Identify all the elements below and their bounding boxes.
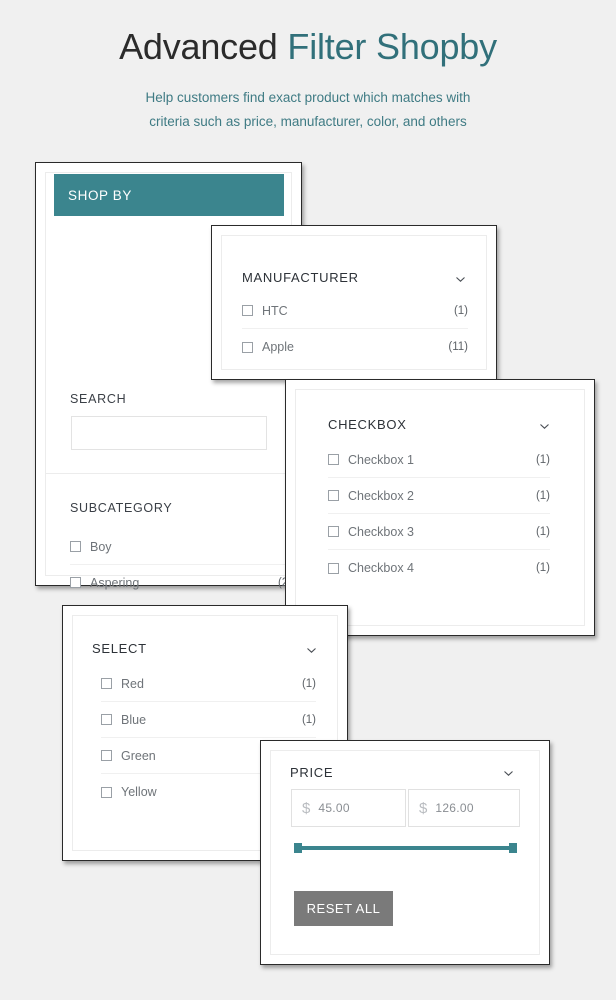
checkbox-icon[interactable] — [328, 490, 339, 501]
subcategory-item-label: Boy — [90, 539, 112, 554]
chevron-down-icon[interactable] — [503, 768, 514, 779]
select-panel-title: SELECT — [92, 641, 147, 656]
checkbox-item-count: (1) — [535, 489, 550, 502]
subcategory-label: SUBCATEGORY — [70, 501, 173, 515]
page-subtitle: Help customers find exact product which … — [0, 86, 616, 134]
page-title-accent: Filter Shopby — [287, 26, 497, 67]
select-item-row[interactable]: Red (1) — [101, 666, 316, 702]
reset-all-button[interactable]: RESET ALL — [294, 891, 393, 926]
manufacturer-list: HTC (1) Apple (11) — [242, 293, 468, 365]
select-item-label: Blue — [121, 712, 147, 727]
select-item-count: (1) — [301, 713, 316, 726]
page-title: Advanced Filter Shopby — [0, 26, 616, 68]
chevron-down-icon[interactable] — [455, 274, 466, 285]
checkbox-icon[interactable] — [101, 678, 112, 689]
checkbox-item-row[interactable]: Checkbox 2 (1) — [328, 478, 550, 514]
price-panel-title: PRICE — [290, 765, 334, 780]
checkbox-item-label: Checkbox 4 — [348, 561, 415, 575]
checkbox-item-label: Checkbox 3 — [348, 524, 415, 539]
checkbox-item-count: (1) — [535, 525, 550, 538]
subtitle-line-1: Help customers find exact product which … — [145, 90, 471, 105]
select-item-label: Red — [121, 676, 144, 691]
checkbox-panel-title: CHECKBOX — [328, 417, 407, 432]
subcategory-item-label: Aspering — [90, 575, 140, 590]
shop-by-title: SHOP BY — [68, 187, 132, 203]
search-input[interactable] — [71, 416, 267, 450]
shop-by-header: SHOP BY — [54, 174, 284, 216]
manufacturer-item-label: HTC — [262, 303, 288, 318]
price-max-field[interactable]: $ 126.00 — [408, 789, 520, 827]
chevron-down-icon[interactable] — [539, 421, 550, 432]
page-title-plain: Advanced — [119, 26, 288, 67]
checkbox-icon[interactable] — [328, 562, 339, 574]
select-item-count: (1) — [301, 677, 316, 690]
subcategory-item-row[interactable]: Boy — [70, 529, 292, 565]
price-min-value: 45.00 — [318, 801, 350, 815]
checkbox-icon[interactable] — [328, 454, 339, 465]
price-max-value: 126.00 — [435, 801, 474, 815]
price-min-field[interactable]: $ 45.00 — [291, 789, 406, 827]
checkbox-item-row[interactable]: Checkbox 3 (1) — [328, 514, 550, 550]
manufacturer-title: MANUFACTURER — [242, 270, 359, 285]
select-item-label: Green — [121, 748, 156, 763]
manufacturer-item-row[interactable]: HTC (1) — [242, 293, 468, 329]
checkbox-item-row[interactable]: Checkbox 1 (1) — [328, 442, 550, 478]
checkbox-icon[interactable] — [101, 714, 112, 725]
manufacturer-item-row[interactable]: Apple (11) — [242, 329, 468, 365]
checkbox-item-label: Checkbox 2 — [348, 488, 415, 503]
checkbox-icon[interactable] — [328, 526, 339, 537]
manufacturer-card: MANUFACTURER HTC (1) Apple (11) — [211, 225, 497, 380]
checkbox-icon[interactable] — [101, 750, 112, 761]
select-item-row[interactable]: Blue (1) — [101, 702, 316, 738]
price-slider-min-handle[interactable] — [294, 843, 302, 853]
checkbox-icon[interactable] — [70, 541, 81, 552]
shop-by-divider — [46, 473, 292, 474]
search-label: SEARCH — [70, 392, 127, 406]
checkbox-item-label: Checkbox 1 — [348, 452, 415, 467]
checkbox-icon[interactable] — [242, 341, 253, 353]
checkbox-icon[interactable] — [242, 305, 253, 316]
checkbox-item-count: (1) — [535, 453, 550, 466]
manufacturer-item-count: (11) — [448, 341, 468, 353]
checkbox-icon[interactable] — [101, 786, 112, 798]
manufacturer-item-label: Apple — [262, 340, 294, 354]
checkbox-list: Checkbox 1 (1) Checkbox 2 (1) Checkbox 3 (1) C… — [328, 442, 550, 586]
checkbox-item-row[interactable]: Checkbox 4 (1) — [328, 550, 550, 586]
manufacturer-item-count: (1) — [453, 304, 468, 317]
currency-icon: $ — [419, 799, 428, 817]
price-slider-max-handle[interactable] — [509, 843, 517, 853]
checkbox-card: CHECKBOX Checkbox 1 (1) Checkbox 2 (1) Check… — [285, 379, 595, 636]
checkbox-icon[interactable] — [70, 577, 81, 588]
select-item-label: Yellow — [121, 785, 157, 799]
currency-icon: $ — [302, 799, 311, 817]
price-range-slider[interactable] — [294, 843, 517, 853]
page-root: Advanced Filter Shopby Help customers fi… — [0, 0, 616, 1000]
subcategory-item-row[interactable]: Aspering(2) — [70, 565, 292, 601]
price-card: PRICE $ 45.00 $ 126.00 RESET ALL — [260, 740, 550, 965]
chevron-down-icon[interactable] — [306, 645, 317, 656]
checkbox-item-count: (1) — [535, 562, 550, 574]
subtitle-line-2: criteria such as price, manufacturer, co… — [149, 114, 467, 129]
